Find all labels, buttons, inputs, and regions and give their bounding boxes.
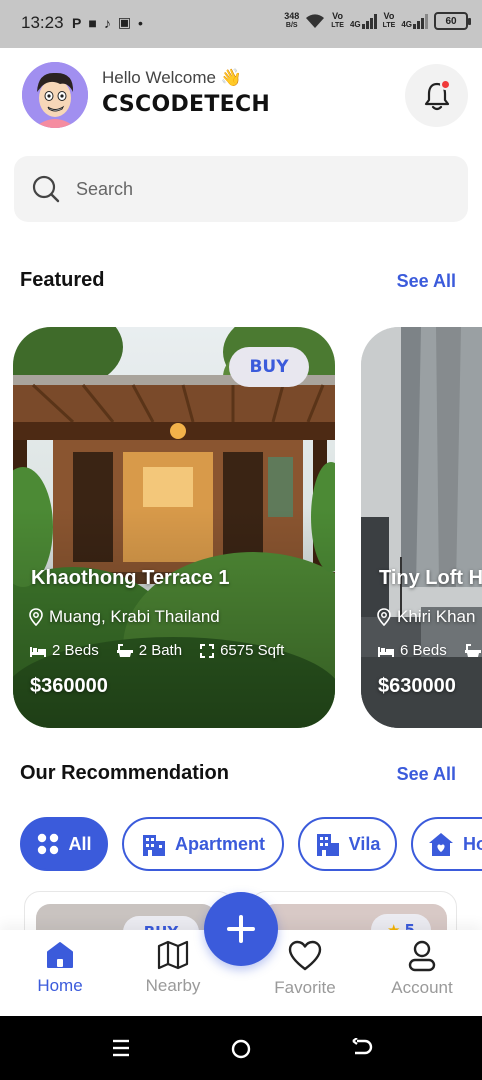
bath-icon [116,643,133,657]
recent-apps-icon[interactable] [111,1038,131,1058]
search-bar[interactable] [14,156,468,222]
nav-nearby[interactable]: Nearby [123,940,223,996]
location-pin-icon [377,608,391,626]
add-property-button[interactable] [204,892,278,966]
property-location: Khiri Khan [377,607,475,627]
area-size: 6575 Sqft [220,642,285,659]
net-speed: 348 B/S [284,11,300,30]
recommendation-see-all-link[interactable]: See All [397,764,456,785]
listing-type-badge: BUY [229,347,309,387]
avatar[interactable] [22,62,88,128]
property-photo [13,327,335,728]
filter-chip-label: All [68,833,92,854]
beds-count: 6 Beds [400,642,447,659]
search-input[interactable] [76,178,436,200]
search-icon [32,175,60,203]
property-photo [361,327,482,728]
property-features: 2 Beds 2 Bath 6575 Sqft [30,642,284,659]
notification-icon-app: ▣ [117,14,132,30]
location-pin-icon [29,608,43,626]
nav-label: Home [37,976,83,995]
sim2-signal-icon: 4G [401,13,428,29]
property-location-text: Khiri Khan [397,607,476,626]
nav-home[interactable]: Home [10,940,110,996]
sim1-volte: Vo LTE [331,11,344,30]
home-screen: 13:23 P ■ ♪ ▣ • 348 B/S Vo LTE 4G Vo LTE… [0,0,482,1080]
property-features: 6 Beds [378,642,481,659]
filter-chip-label: Ho [463,833,482,854]
filter-chip-all[interactable]: All [20,817,108,871]
nav-label: Favorite [274,978,336,997]
bath-count: 2 Bath [138,642,183,659]
wifi-icon [306,14,325,28]
property-price: $360000 [30,675,108,697]
nav-account[interactable]: Account [372,940,472,998]
greeting-text: Hello Welcome 👋 [102,68,242,87]
heart-icon [288,940,322,971]
nav-label: Account [391,978,453,997]
map-icon [157,940,189,970]
featured-see-all-link[interactable]: See All [397,271,456,292]
property-location-text: Muang, Krabi Thailand [49,607,220,626]
nav-label: Nearby [145,976,201,995]
back-icon[interactable] [351,1038,373,1058]
notification-icon-tiktok: ♪ [103,14,111,31]
property-title: Khaothong Terrace 1 [31,567,230,589]
villa-building-icon [316,834,339,856]
apartment-building-icon [142,835,165,856]
plus-icon [227,915,255,943]
notification-icon-dot: • [138,14,143,31]
home-circle-icon[interactable] [230,1038,252,1060]
recommendation-heading: Our Recommendation [20,762,229,784]
system-navigation-bar [0,1016,482,1080]
filter-chip-apartment[interactable]: Apartment [122,817,284,871]
sim1-signal-icon: 4G [350,13,377,29]
bed-icon [30,646,46,657]
bath-icon [464,643,481,657]
username: CSCODETECH [102,92,271,117]
sim2-volte: Vo LTE [382,11,396,30]
status-right-icons: 348 B/S Vo LTE 4G Vo LTE 4G 60 [284,11,471,30]
notification-button[interactable] [405,64,468,127]
status-time: 13:23 [21,13,64,32]
property-title: Tiny Loft H [379,567,482,589]
house-icon [429,833,453,856]
user-icon [408,940,436,972]
filter-chip-label: Apartment [174,833,265,854]
area-icon [200,643,215,658]
notification-icon-square: ■ [88,14,97,31]
avatar-illustration [22,62,88,128]
bed-icon [378,646,394,657]
featured-heading: Featured [20,269,105,291]
status-bar: 13:23 P ■ ♪ ▣ • 348 B/S Vo LTE 4G Vo LTE… [0,0,482,48]
home-icon [47,942,73,968]
status-notification-icons: P ■ ♪ ▣ • [72,14,143,31]
filter-chip-house[interactable]: Ho [411,817,482,871]
filter-chip-vila[interactable]: Vila [298,817,397,871]
battery-icon: 60 [434,12,471,30]
beds-count: 2 Beds [52,642,99,659]
grid-dots-icon [38,833,59,855]
property-location: Muang, Krabi Thailand [29,607,220,627]
featured-card[interactable]: Tiny Loft H Khiri Khan 6 Beds $630000 [361,327,482,728]
property-price: $630000 [378,675,456,697]
filter-chip-label: Vila [348,833,381,854]
featured-card[interactable]: BUY Khaothong Terrace 1 Muang, Krabi Tha… [13,327,335,728]
notification-dot [440,79,451,90]
notification-icon-p: P [72,14,82,31]
